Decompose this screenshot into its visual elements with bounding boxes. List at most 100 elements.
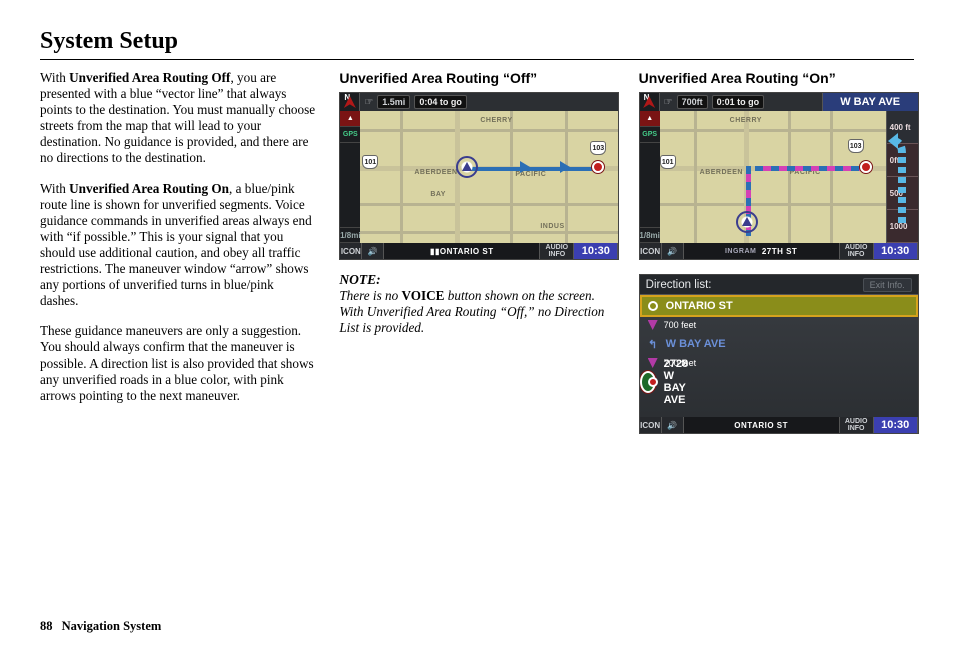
street-label: ▮▮ ONTARIO ST (384, 243, 540, 259)
audio-info-button[interactable]: AUDIO INFO (840, 243, 874, 259)
nav-bottombar: ICON 🔊 INGRAM 27TH ST AUDIO INFO 10:30 (640, 243, 918, 259)
bold-on: Unverified Area Routing On (69, 181, 229, 196)
distance-chip: 700ft (677, 95, 708, 109)
vehicle-icon (456, 156, 478, 178)
text: , a blue/pink route line is shown for un… (40, 181, 312, 309)
map-label: ABERDEEN (414, 169, 457, 176)
map-label: CHERRY (480, 117, 512, 124)
clock: 10:30 (874, 243, 918, 259)
audio-info-button[interactable]: AUDIO INFO (840, 417, 874, 433)
nav-screen-off: N ☞ 1.5mi 0:04 to go ▲ GPS 1/8mi (339, 92, 619, 260)
map-label: BAY (430, 191, 446, 198)
clock: 10:30 (574, 243, 618, 259)
destination-icon (648, 375, 658, 389)
direction-bottombar: ICON 🔊 ONTARIO ST AUDIO INFO 10:30 (640, 417, 918, 433)
direction-list-header: Direction list: Exit Info. (640, 275, 918, 295)
eta-chip: 0:04 to go (414, 95, 467, 109)
text: With (40, 70, 69, 85)
distance-chip: 1.5mi (377, 95, 410, 109)
page-title: System Setup (40, 28, 914, 60)
street-label: ONTARIO ST (684, 417, 840, 433)
nav-topbar: N ☞ 700ft 0:01 to go W BAY AVE (640, 93, 918, 111)
destination-icon (592, 161, 604, 173)
nav-topbar: N ☞ 1.5mi 0:04 to go (340, 93, 618, 111)
down-arrow-icon (648, 320, 658, 330)
paragraph-on: With Unverified Area Routing On, a blue/… (40, 181, 315, 310)
audio-info-button[interactable]: AUDIO INFO (540, 243, 574, 259)
subhead-off: Unverified Area Routing “Off” (339, 70, 614, 86)
columns: With Unverified Area Routing Off, you ar… (40, 70, 914, 434)
paragraph-suggestion: These guidance maneuvers are only a sugg… (40, 323, 315, 403)
hand-icon: ☞ (364, 97, 373, 108)
column-1: With Unverified Area Routing Off, you ar… (40, 70, 315, 434)
doc-title: Navigation System (62, 619, 162, 633)
list-item[interactable]: ONTARIO ST (640, 295, 918, 317)
map-canvas[interactable]: 101 103 CHERRY ABERDEEN PACIFIC (660, 111, 886, 243)
street-label: INGRAM 27TH ST (684, 243, 840, 259)
scale-label[interactable]: 1/8mi (640, 227, 660, 243)
maneuver-arrow-icon (888, 123, 916, 223)
waypoint-icon (646, 299, 660, 313)
bold-off: Unverified Area Routing Off (69, 70, 230, 85)
left-rail: ▲ GPS 1/8mi (340, 111, 360, 243)
hand-icon: ☞ (664, 97, 673, 108)
bold-voice: VOICE (401, 288, 444, 303)
map-canvas[interactable]: 101 103 CHERRY ABERDEEN BAY PACIFIC INDU… (360, 111, 618, 243)
page-number: 88 (40, 619, 53, 633)
list-item[interactable]: ↰ W BAY AVE (640, 333, 918, 355)
subhead-on: Unverified Area Routing “On” (639, 70, 914, 86)
speaker-icon[interactable]: 🔊 (662, 417, 684, 433)
scale-label[interactable]: 1/8mi (340, 227, 360, 243)
left-rail: ▲ GPS 1/8mi (640, 111, 660, 243)
nav-screen-on: N ☞ 700ft 0:01 to go W BAY AVE ▲ GPS 1/8… (639, 92, 919, 260)
icon-button[interactable]: ICON (640, 243, 662, 259)
note-body: There is no VOICE button shown on the sc… (339, 288, 614, 336)
icon-button[interactable]: ICON (640, 417, 662, 433)
speaker-icon[interactable]: 🔊 (362, 243, 384, 259)
arrow-icon (520, 161, 530, 173)
vehicle-icon (736, 211, 758, 233)
list-distance: 700 feet (640, 317, 918, 333)
next-street-bar: W BAY AVE (822, 93, 918, 111)
gps-indicator: GPS (640, 127, 660, 143)
hwy-shield-icon: 103 (590, 141, 606, 155)
column-3: Unverified Area Routing “On” N ☞ 700ft 0… (639, 70, 914, 434)
turn-icon: ↰ (646, 337, 660, 351)
list-item-label: 2728 W BAY AVE (664, 358, 688, 406)
page-footer: 88 Navigation System (40, 619, 161, 634)
destination-icon (860, 161, 872, 173)
arrow-icon (560, 161, 570, 173)
speaker-icon[interactable]: 🔊 (662, 243, 684, 259)
nav-bottombar: ICON 🔊 ▮▮ ONTARIO ST AUDIO INFO 10:30 (340, 243, 618, 259)
icon-button[interactable]: ICON (340, 243, 362, 259)
eta-chip: 0:01 to go (712, 95, 765, 109)
direction-list-screen: Direction list: Exit Info. ONTARIO ST 70… (639, 274, 919, 434)
compass-icon[interactable]: N (340, 93, 360, 111)
gps-indicator: GPS (340, 127, 360, 143)
hwy-shield-icon: 101 (660, 155, 676, 169)
text: There is no (339, 288, 401, 303)
list-item-label: W BAY AVE (666, 338, 726, 350)
hwy-shield-icon: 103 (848, 139, 864, 153)
text: With (40, 181, 69, 196)
alert-icon[interactable]: ▲ (640, 111, 660, 127)
list-item-destination[interactable]: 2728 W BAY AVE (640, 371, 656, 393)
list-item-label: ONTARIO ST (666, 300, 733, 312)
vector-line (468, 167, 592, 171)
clock: 10:30 (874, 417, 918, 433)
map-label: CHERRY (730, 117, 762, 124)
down-arrow-icon (648, 358, 658, 368)
map-label: INDUS (540, 223, 564, 230)
direction-list[interactable]: ONTARIO ST 700 feet ↰ W BAY AVE 700 feet… (640, 295, 918, 417)
map-label: ABERDEEN (700, 169, 743, 176)
note-label: NOTE: (339, 272, 614, 288)
direction-list-title: Direction list: (646, 279, 712, 291)
route-line (755, 166, 863, 171)
alert-icon[interactable]: ▲ (340, 111, 360, 127)
column-2: Unverified Area Routing “Off” N ☞ 1.5mi … (339, 70, 614, 434)
hwy-shield-icon: 101 (362, 155, 378, 169)
compass-icon[interactable]: N (640, 93, 660, 111)
exit-info-button[interactable]: Exit Info. (863, 278, 912, 292)
distance-label: 700 feet (664, 320, 697, 330)
paragraph-off: With Unverified Area Routing Off, you ar… (40, 70, 315, 167)
